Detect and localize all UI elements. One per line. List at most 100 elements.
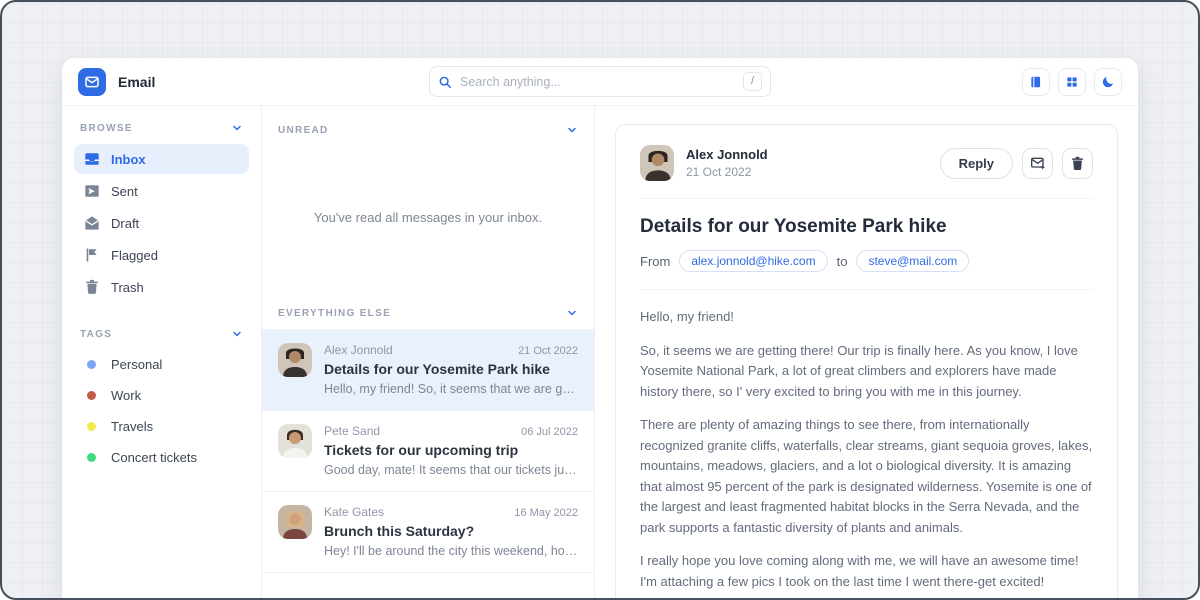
email-paragraph: So, it seems we are getting there! Our t… <box>640 341 1093 403</box>
email-sender: Pete Sand <box>324 424 380 438</box>
tag-color-dot <box>87 391 96 400</box>
flag-icon <box>84 247 100 263</box>
email-app-window: Email / <box>62 58 1138 600</box>
sidebar-item-label: Flagged <box>111 248 158 263</box>
unread-section-head: UNREAD <box>262 106 594 146</box>
email-paragraph: Hello, my friend! <box>640 307 1093 328</box>
email-summary: Alex Jonnold 21 Oct 2022 Details for our… <box>324 343 578 396</box>
email-paragraph: I really hope you love coming along with… <box>640 551 1093 592</box>
email-sender: Kate Gates <box>324 505 384 519</box>
browse-section-head: BROWSE <box>74 122 249 134</box>
app-body: BROWSE Inbox <box>62 106 1138 600</box>
email-detail-column: Alex Jonnold 21 Oct 2022 Reply <box>595 106 1138 600</box>
message-list-column: UNREAD You've read all messages in your … <box>262 106 595 600</box>
email-date: 16 May 2022 <box>514 507 578 519</box>
email-summary: Kate Gates 16 May 2022 Brunch this Satur… <box>324 505 578 558</box>
unread-label: UNREAD <box>278 125 329 136</box>
email-logo-icon <box>78 68 106 96</box>
divider <box>640 289 1093 290</box>
tags-section: TAGS Personal Work <box>74 328 249 472</box>
search-icon <box>438 75 452 89</box>
detail-sender-block: Alex Jonnold 21 Oct 2022 <box>686 147 768 179</box>
browse-list: Inbox Sent <box>74 144 249 302</box>
brand: Email <box>78 68 429 96</box>
chevron-down-icon[interactable] <box>566 307 578 319</box>
search-shortcut-key: / <box>743 72 762 91</box>
dark-mode-moon-button[interactable] <box>1094 68 1122 96</box>
detail-date: 21 Oct 2022 <box>686 165 768 179</box>
everything-else-section-head: EVERYTHING ELSE <box>262 297 594 329</box>
sidebar-item-inbox[interactable]: Inbox <box>74 144 249 174</box>
email-preview: Good day, mate! It seems that our ticket… <box>324 463 578 477</box>
app-title: Email <box>118 74 155 90</box>
tags-label: TAGS <box>80 329 112 340</box>
tag-color-dot <box>87 422 96 431</box>
inbox-icon <box>84 151 100 167</box>
sent-icon <box>84 183 100 199</box>
email-subject: Tickets for our upcoming trip <box>324 442 578 458</box>
sidebar-item-sent[interactable]: Sent <box>74 176 249 206</box>
tag-color-dot <box>87 360 96 369</box>
avatar <box>278 343 312 377</box>
tag-label: Travels <box>111 419 153 434</box>
from-email-pill[interactable]: alex.jonnold@hike.com <box>679 250 827 272</box>
sidebar: BROWSE Inbox <box>62 106 262 600</box>
detail-actions: Reply <box>940 148 1093 179</box>
tag-label: Concert tickets <box>111 450 197 465</box>
tag-item-personal[interactable]: Personal <box>74 350 249 379</box>
sidebar-item-draft[interactable]: Draft <box>74 208 249 238</box>
browse-label: BROWSE <box>80 123 133 134</box>
email-list-item[interactable]: Alex Jonnold 21 Oct 2022 Details for our… <box>262 329 594 410</box>
header-actions <box>771 68 1122 96</box>
everything-else-label: EVERYTHING ELSE <box>278 308 391 319</box>
unread-empty-message: You've read all messages in your inbox. <box>276 210 580 225</box>
tag-label: Work <box>111 388 141 403</box>
avatar <box>640 145 674 181</box>
browser-frame: Email / <box>0 0 1200 600</box>
sidebar-item-label: Sent <box>111 184 138 199</box>
chevron-down-icon[interactable] <box>566 124 578 136</box>
search-box[interactable]: / <box>429 66 771 97</box>
email-date: 06 Jul 2022 <box>521 426 578 438</box>
sidebar-item-label: Inbox <box>111 152 146 167</box>
tag-color-dot <box>87 453 96 462</box>
chevron-down-icon[interactable] <box>231 122 243 134</box>
apps-grid-button[interactable] <box>1058 68 1086 96</box>
email-date: 21 Oct 2022 <box>518 345 578 357</box>
email-list-item[interactable]: Pete Sand 06 Jul 2022 Tickets for our up… <box>262 410 594 491</box>
email-subject: Brunch this Saturday? <box>324 523 578 539</box>
chevron-down-icon[interactable] <box>231 328 243 340</box>
contacts-book-button[interactable] <box>1022 68 1050 96</box>
sidebar-item-label: Trash <box>111 280 144 295</box>
tags-list: Personal Work Travels Concert ticke <box>74 350 249 472</box>
detail-subject: Details for our Yosemite Park hike <box>640 216 1093 238</box>
sidebar-item-flagged[interactable]: Flagged <box>74 240 249 270</box>
from-to-row: From alex.jonnold@hike.com to steve@mail… <box>640 250 1093 272</box>
tag-item-concert-tickets[interactable]: Concert tickets <box>74 443 249 472</box>
email-list-item[interactable]: Kate Gates 16 May 2022 Brunch this Satur… <box>262 491 594 573</box>
divider <box>640 198 1093 199</box>
reply-button[interactable]: Reply <box>940 148 1013 179</box>
trash-icon <box>84 279 100 295</box>
detail-header: Alex Jonnold 21 Oct 2022 Reply <box>640 145 1093 181</box>
avatar <box>278 424 312 458</box>
sidebar-item-label: Draft <box>111 216 139 231</box>
email-sender: Alex Jonnold <box>324 343 393 357</box>
email-paragraph: There are plenty of amazing things to se… <box>640 415 1093 538</box>
to-label: to <box>837 254 848 269</box>
tag-label: Personal <box>111 357 162 372</box>
email-preview: Hello, my friend! So, it seems that we a… <box>324 382 578 396</box>
from-label: From <box>640 254 670 269</box>
email-summary: Pete Sand 06 Jul 2022 Tickets for our up… <box>324 424 578 477</box>
tag-item-travels[interactable]: Travels <box>74 412 249 441</box>
app-header: Email / <box>62 58 1138 106</box>
sidebar-item-trash[interactable]: Trash <box>74 272 249 302</box>
to-email-pill[interactable]: steve@mail.com <box>856 250 969 272</box>
detail-sender-name: Alex Jonnold <box>686 147 768 162</box>
delete-email-button[interactable] <box>1062 148 1093 179</box>
search-input[interactable] <box>460 75 735 89</box>
tags-section-head: TAGS <box>74 328 249 340</box>
tag-item-work[interactable]: Work <box>74 381 249 410</box>
email-detail-card: Alex Jonnold 21 Oct 2022 Reply <box>615 124 1118 600</box>
mark-unread-envelope-button[interactable] <box>1022 148 1053 179</box>
